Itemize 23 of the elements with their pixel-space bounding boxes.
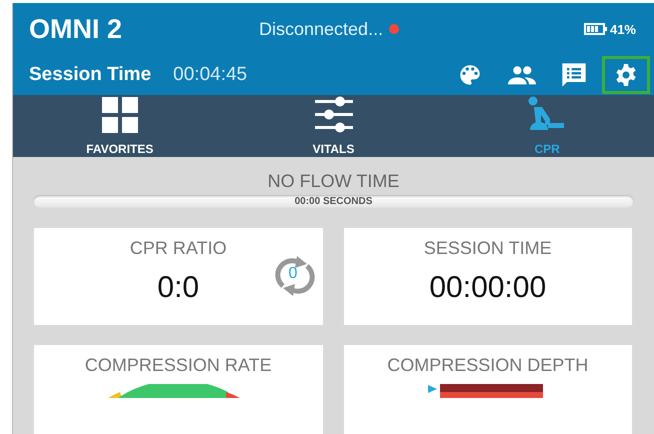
battery-icon	[584, 23, 608, 35]
grid-icon	[100, 96, 139, 134]
cycle-count: 0	[288, 265, 298, 283]
tab-button[interactable]: VITALS	[226, 95, 440, 157]
session-time: 00:04:45	[173, 64, 248, 86]
card-value: 0:0	[157, 271, 200, 305]
settings-icon	[614, 63, 638, 87]
card-title: COMPRESSION RATE	[84, 355, 272, 376]
connection-status: Disconnected...	[259, 18, 384, 40]
message-icon	[560, 61, 588, 89]
tab-button[interactable]: FAVORITES	[13, 95, 227, 157]
card-value: 00:00:00	[429, 271, 546, 305]
session-label: Session Time	[29, 64, 152, 86]
card-title: CPR RATIO	[130, 238, 227, 259]
sliders-icon	[314, 96, 354, 134]
card-title: COMPRESSION DEPTH	[387, 355, 588, 376]
no-flow-reading: 00:00 SECONDS	[294, 196, 372, 207]
card-title: SESSION TIME	[424, 238, 552, 259]
app-title: OMNI 2	[29, 14, 124, 44]
battery-level: 41%	[610, 22, 636, 36]
people-icon	[508, 64, 536, 86]
settings-button[interactable]	[602, 56, 650, 94]
no-flow-title: NO FLOW TIME	[268, 171, 400, 192]
